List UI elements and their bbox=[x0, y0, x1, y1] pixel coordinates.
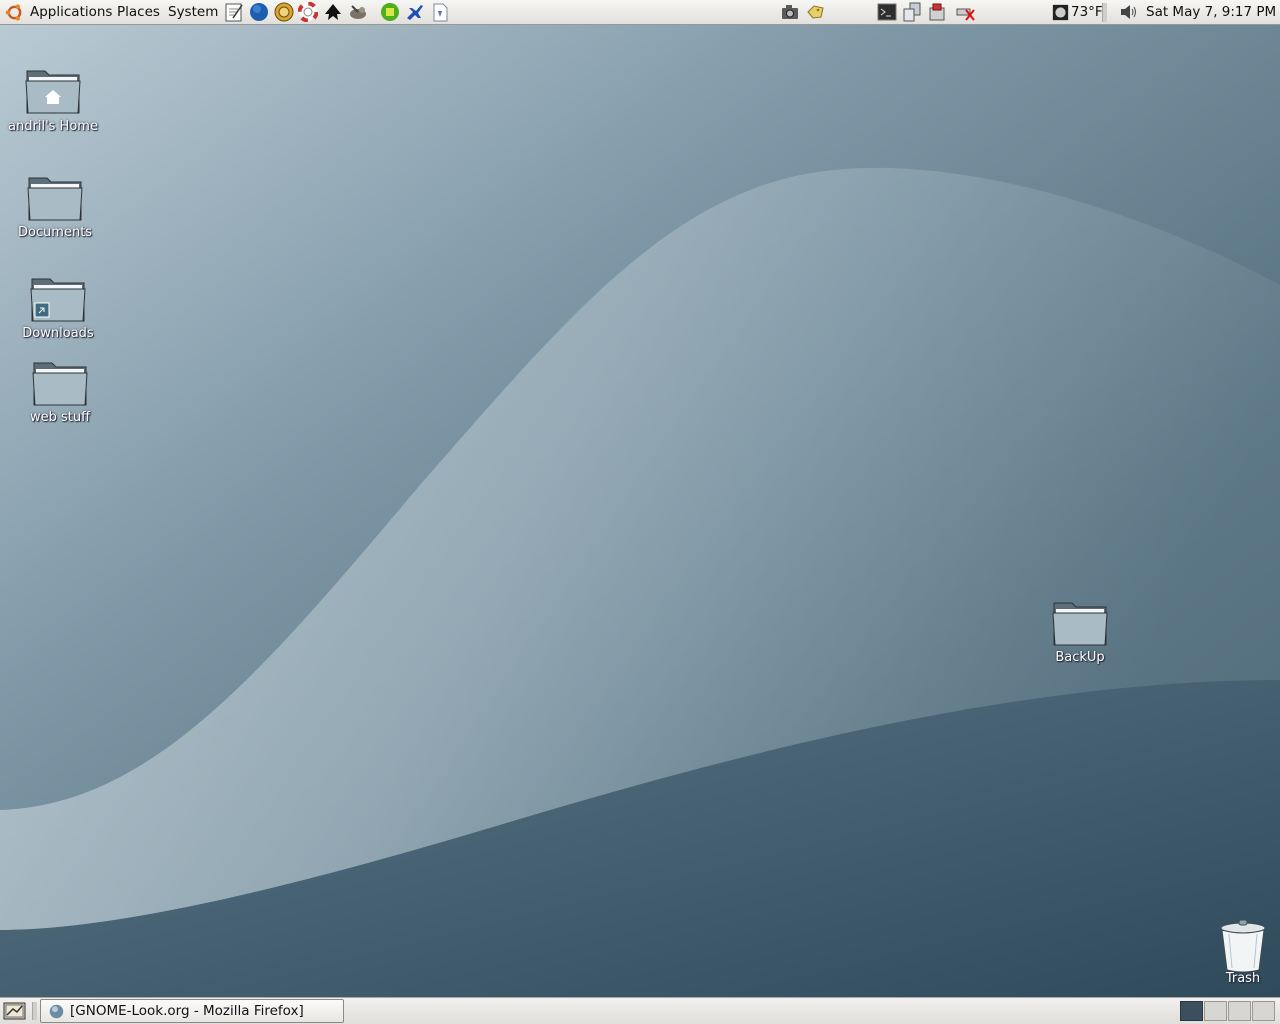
document-icon[interactable] bbox=[430, 2, 450, 22]
inkscape-icon[interactable] bbox=[323, 2, 343, 22]
desktop-icon-home[interactable]: andril's Home bbox=[0, 67, 108, 134]
desktop-icon-label: BackUp bbox=[1055, 650, 1105, 665]
windows-icon[interactable] bbox=[902, 2, 922, 22]
folder-icon bbox=[32, 362, 88, 406]
desktop-icon-backup[interactable]: BackUp bbox=[1025, 600, 1135, 665]
tools-icon[interactable] bbox=[274, 2, 294, 22]
desktop-icon-label: Trash bbox=[1225, 971, 1261, 986]
workspace-3[interactable] bbox=[1228, 1001, 1251, 1021]
trash-icon bbox=[1220, 919, 1266, 973]
gimp-icon[interactable] bbox=[348, 2, 368, 22]
jet-icon[interactable] bbox=[405, 2, 425, 22]
speaker-icon[interactable] bbox=[1119, 2, 1139, 22]
show-desktop-icon[interactable] bbox=[3, 1001, 27, 1021]
panel-separator bbox=[32, 1002, 37, 1020]
firefox-icon bbox=[49, 1004, 64, 1019]
panel-separator bbox=[1102, 3, 1107, 22]
globe-browser-icon[interactable] bbox=[249, 2, 269, 22]
workspace-1[interactable] bbox=[1180, 1001, 1203, 1021]
desktop: andril's Home Documents Downloads web st… bbox=[0, 25, 1280, 997]
system-menu[interactable]: System bbox=[168, 4, 218, 20]
top-panel: Applications Places System 73°F Sat May … bbox=[0, 0, 1280, 25]
desktop-icon-downloads[interactable]: Downloads bbox=[3, 276, 113, 341]
applications-menu[interactable]: Applications bbox=[30, 4, 112, 20]
desktop-icon-label: web stuff bbox=[29, 410, 91, 425]
weather-temperature[interactable]: 73°F bbox=[1071, 4, 1103, 20]
text-editor-icon[interactable] bbox=[224, 2, 244, 22]
games-icon[interactable] bbox=[380, 2, 400, 22]
workspace-switcher[interactable] bbox=[1180, 1001, 1278, 1022]
link-folder-icon bbox=[30, 278, 86, 322]
desktop-icon-label: andril's Home bbox=[8, 119, 98, 134]
network-icon[interactable] bbox=[927, 2, 947, 22]
wallpaper bbox=[0, 25, 1280, 997]
weather-moon-icon[interactable] bbox=[1052, 4, 1069, 21]
tag-icon[interactable] bbox=[805, 2, 825, 22]
home-folder-icon bbox=[25, 70, 81, 114]
workspace-4[interactable] bbox=[1252, 1001, 1275, 1021]
workspace-2[interactable] bbox=[1204, 1001, 1227, 1021]
clock[interactable]: Sat May 7, 9:17 PM bbox=[1146, 4, 1276, 20]
desktop-icon-label: Documents bbox=[17, 225, 93, 240]
battery-disconnected-icon[interactable] bbox=[955, 2, 975, 22]
places-menu[interactable]: Places bbox=[117, 4, 160, 20]
desktop-icon-label: Downloads bbox=[22, 326, 94, 341]
desktop-icon-trash[interactable]: Trash bbox=[1188, 918, 1280, 986]
bottom-panel: [GNOME-Look.org - Mozilla Firefox] bbox=[0, 997, 1280, 1024]
terminal-icon[interactable] bbox=[877, 2, 897, 22]
help-lifebuoy-icon[interactable] bbox=[298, 2, 318, 22]
camera-icon[interactable] bbox=[780, 2, 800, 22]
folder-icon bbox=[27, 177, 83, 221]
desktop-icon-documents[interactable]: Documents bbox=[0, 175, 110, 240]
folder-icon bbox=[1052, 602, 1108, 646]
ubuntu-logo-icon[interactable] bbox=[5, 3, 24, 22]
taskbar-window-title: [GNOME-Look.org - Mozilla Firefox] bbox=[70, 1003, 304, 1019]
taskbar-window-button[interactable]: [GNOME-Look.org - Mozilla Firefox] bbox=[40, 999, 344, 1023]
desktop-icon-web-stuff[interactable]: web stuff bbox=[5, 360, 115, 425]
